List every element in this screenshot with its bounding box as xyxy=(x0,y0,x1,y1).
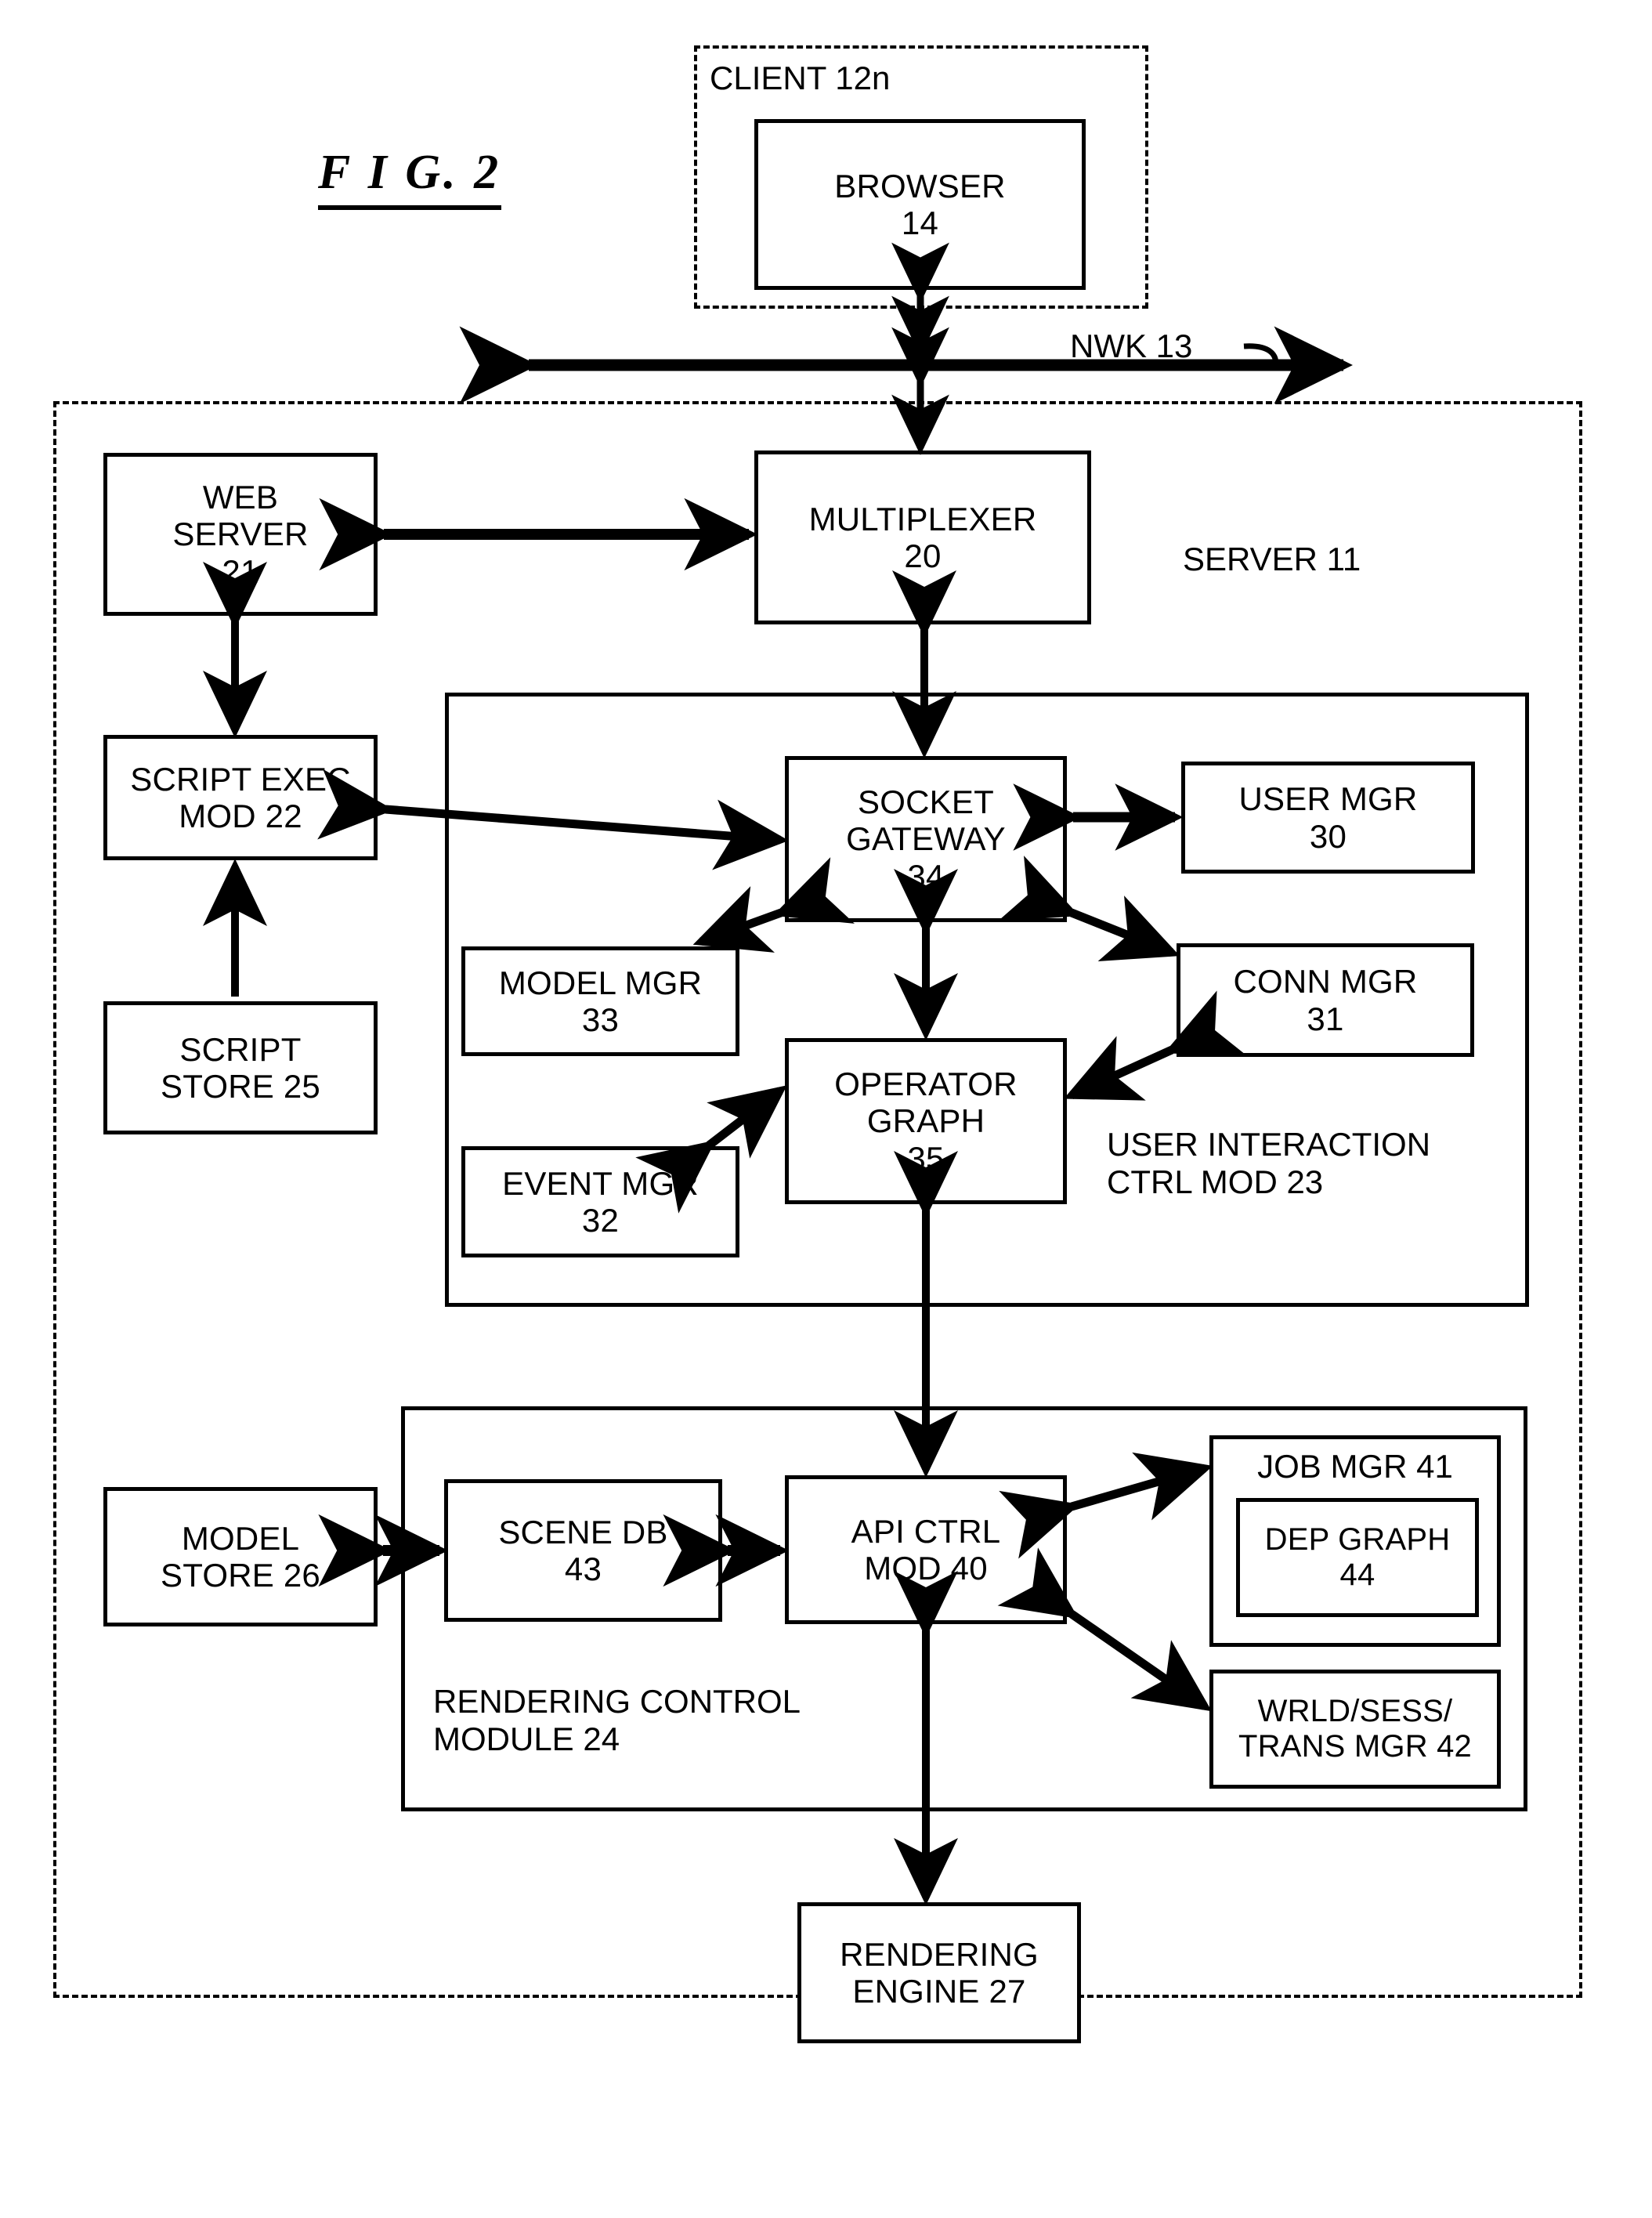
api-ctrl-mod-box: API CTRL MOD 40 xyxy=(785,1475,1067,1624)
job-mgr-label: JOB MGR 41 xyxy=(1257,1448,1453,1485)
client-title: CLIENT 12n xyxy=(710,60,891,96)
scene-db-box: SCENE DB 43 xyxy=(444,1479,722,1622)
figure-label: F I G. 2 xyxy=(318,145,502,210)
script-exec-mod-box: SCRIPT EXEC MOD 22 xyxy=(103,735,378,860)
conn-mgr-box: CONN MGR 31 xyxy=(1177,943,1474,1057)
event-mgr-box: EVENT MGR 32 xyxy=(461,1146,739,1257)
model-mgr-box: MODEL MGR 33 xyxy=(461,946,739,1056)
dep-graph-box: DEP GRAPH 44 xyxy=(1236,1498,1479,1617)
rendering-control-module-title: RENDERING CONTROL MODULE 24 xyxy=(433,1683,801,1757)
model-store-box: MODEL STORE 26 xyxy=(103,1487,378,1626)
browser-box: BROWSER 14 xyxy=(754,119,1086,290)
figure-canvas: F I G. 2 CLIENT 12n BROWSER 14 NWK 13 SE… xyxy=(0,0,1652,2218)
script-store-box: SCRIPT STORE 25 xyxy=(103,1001,378,1134)
server-title: SERVER 11 xyxy=(1183,541,1361,577)
multiplexer-box: MULTIPLEXER 20 xyxy=(754,450,1091,624)
operator-graph-box: OPERATOR GRAPH 35 xyxy=(785,1038,1067,1204)
user-interaction-ctrl-mod-title: USER INTERACTION CTRL MOD 23 xyxy=(1107,1126,1431,1200)
network-label: NWK 13 xyxy=(1070,327,1193,364)
wrld-sess-trans-mgr-box: WRLD/SESS/ TRANS MGR 42 xyxy=(1209,1670,1501,1789)
web-server-box: WEB SERVER 21 xyxy=(103,453,378,616)
user-mgr-box: USER MGR 30 xyxy=(1181,762,1475,874)
socket-gateway-box: SOCKET GATEWAY 34 xyxy=(785,756,1067,922)
rendering-engine-box: RENDERING ENGINE 27 xyxy=(797,1902,1081,2043)
